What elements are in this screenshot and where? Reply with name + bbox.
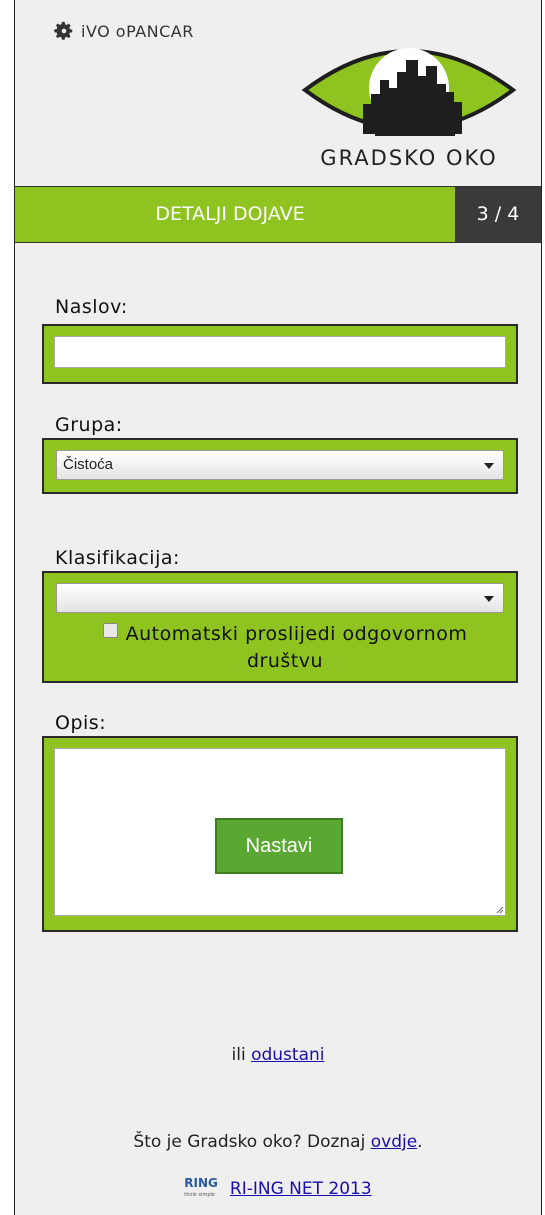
grupa-panel: Čistoća xyxy=(42,438,518,494)
footer: RING think simple RI-ING NET 2013 xyxy=(15,1177,541,1201)
naslov-input[interactable] xyxy=(54,336,506,368)
submit-button[interactable]: Nastavi xyxy=(215,818,343,874)
gear-icon xyxy=(54,21,73,40)
opis-label: Opis: xyxy=(55,712,107,734)
auto-forward-row[interactable]: Automatski proslijedi odgovornom društvu xyxy=(64,621,506,675)
info-link[interactable]: ovdje xyxy=(371,1132,417,1152)
grupa-selected-value: Čistoća xyxy=(63,456,114,473)
user-menu[interactable]: iVO oPANCAR xyxy=(53,20,194,42)
naslov-label: Naslov: xyxy=(55,296,128,318)
ring-logo-subtext: think simple xyxy=(184,1192,215,1198)
app-frame: iVO oPANCAR GRADSKO OKO DETALJI DOJAVE 3… xyxy=(14,0,542,1215)
cancel-link[interactable]: odustani xyxy=(251,1045,324,1065)
info-text: Što je Gradsko oko? Doznaj xyxy=(133,1132,366,1152)
ring-logo: RING think simple xyxy=(184,1177,218,1201)
chevron-down-icon xyxy=(484,596,494,602)
cancel-prefix: ili xyxy=(231,1045,246,1065)
eye-skyline-icon xyxy=(301,48,517,136)
klasifikacija-select[interactable] xyxy=(56,583,504,613)
step-counter: 3 / 4 xyxy=(455,187,541,242)
cancel-line: ili odustani xyxy=(15,1045,541,1065)
klasifikacija-panel: Automatski proslijedi odgovornom društvu xyxy=(42,571,518,683)
info-line: Što je Gradsko oko? Doznaj ovdje. xyxy=(15,1132,541,1152)
resize-grip-icon[interactable] xyxy=(496,906,504,914)
info-suffix: . xyxy=(417,1132,423,1152)
ring-logo-text: RING xyxy=(184,1176,218,1190)
klasifikacija-label: Klasifikacija: xyxy=(55,547,180,569)
grupa-select[interactable]: Čistoća xyxy=(56,450,504,480)
step-header: DETALJI DOJAVE 3 / 4 xyxy=(15,186,541,243)
brand-name: GRADSKO OKO xyxy=(320,146,498,170)
footer-link[interactable]: RI-ING NET 2013 xyxy=(230,1179,372,1199)
chevron-down-icon xyxy=(484,463,494,469)
user-name[interactable]: iVO oPANCAR xyxy=(81,22,194,41)
grupa-label: Grupa: xyxy=(55,414,123,436)
naslov-panel xyxy=(42,324,518,384)
gradsko-oko-logo: GRADSKO OKO xyxy=(291,30,527,180)
auto-forward-label: Automatski proslijedi odgovornom društvu xyxy=(125,623,468,672)
step-title: DETALJI DOJAVE xyxy=(155,203,305,225)
auto-forward-checkbox[interactable] xyxy=(102,623,118,638)
